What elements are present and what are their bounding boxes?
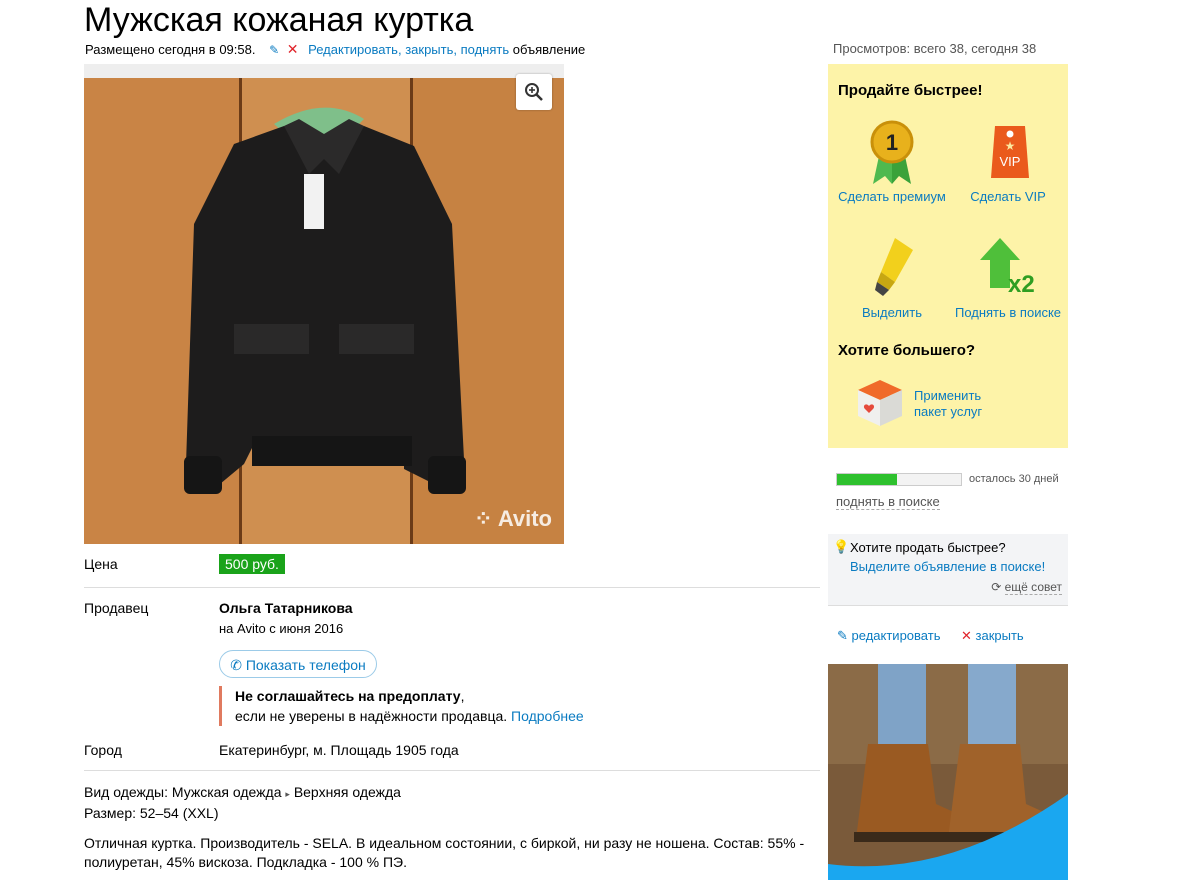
ad-banner[interactable] (828, 664, 1068, 880)
highlighter-icon (875, 238, 913, 296)
progress-fill (837, 474, 897, 485)
raise-service[interactable]: x2 Поднять в поиске (946, 236, 1070, 320)
show-phone-button[interactable]: ✆ Показать телефон (219, 650, 377, 678)
edit-button[interactable]: ✎ редактировать (837, 628, 940, 644)
more-info-link[interactable]: Подробнее (511, 708, 584, 724)
raise-in-search-link[interactable]: поднять в поиске (836, 494, 940, 510)
city-value: Екатеринбург, м. Площадь 1905 года (219, 742, 459, 758)
package-service[interactable] (854, 376, 906, 433)
seller-since: на Avito с июня 2016 (219, 621, 344, 636)
price-label: Цена (84, 556, 118, 572)
warning-text: если не уверены в надёжности продавца. (235, 708, 508, 724)
divider (84, 770, 820, 771)
close-icon: ✕ (961, 628, 972, 643)
premium-service[interactable]: 1 Сделать премиум (834, 116, 950, 204)
close-icon[interactable]: ✕ (287, 41, 299, 57)
more-tip-button[interactable]: ⟳ ещё совет (991, 580, 1062, 595)
seller-label: Продавец (84, 600, 149, 616)
vip-tag-icon: ★ VIP (991, 126, 1029, 178)
warning-title: Не соглашайтесь на предоплату (235, 688, 461, 704)
highlight-service[interactable]: Выделить (834, 236, 950, 320)
vip-service[interactable]: ★ VIP Сделать VIP (952, 116, 1064, 204)
avito-watermark: ⁘ Avito (474, 506, 552, 531)
listing-photo[interactable]: ⁘ Avito (84, 64, 564, 544)
svg-text:VIP: VIP (1000, 154, 1021, 169)
vip-label: Сделать VIP (970, 189, 1046, 204)
size: Размер: 52–54 (XXL) (84, 805, 219, 821)
want-more-heading: Хотите большего? (838, 342, 976, 359)
package-label[interactable]: Применить пакет услуг (914, 388, 982, 420)
svg-text:x2: x2 (1008, 271, 1035, 298)
description: Отличная куртка. Производитель - SELA. В… (84, 835, 805, 870)
svg-text:★: ★ (1005, 139, 1016, 153)
actions-suffix: объявление (512, 42, 586, 57)
avito-logo-icon: ⁘ (474, 506, 498, 531)
highlight-label: Выделить (862, 305, 922, 320)
pencil-icon: ✎ (837, 628, 848, 643)
tip-box: 💡 Хотите продать быстрее? Выделите объяв… (828, 534, 1068, 606)
prepayment-warning: Не соглашайтесь на предоплату, если не у… (219, 686, 584, 726)
chevron-right-icon: ▸ (285, 789, 290, 799)
views-count: Просмотров: всего 38, сегодня 38 (833, 41, 1037, 56)
divider (828, 605, 1068, 606)
close-link[interactable]: закрыть (405, 42, 453, 57)
category: Вид одежды: Мужская одежда ▸ Верхняя оде… (84, 783, 401, 823)
divider (84, 587, 820, 588)
boots-ad-image (828, 664, 1068, 880)
svg-text:1: 1 (886, 130, 898, 155)
zoom-button[interactable] (516, 74, 552, 110)
lightbulb-icon: 💡 (833, 539, 850, 554)
jacket-photo (84, 64, 564, 544)
raise-search-label: Поднять в поиске (954, 305, 1062, 320)
gift-box-icon (858, 380, 902, 426)
medal-icon: 1 (870, 120, 914, 184)
premium-label: Сделать премиум (838, 189, 946, 204)
raise-link[interactable]: поднять (461, 42, 510, 57)
listing-meta: Размещено сегодня в 09:58. ✎ ✕ Редактиро… (85, 41, 586, 57)
refresh-icon: ⟳ (991, 580, 1002, 594)
category-path: Вид одежды: Мужская одежда (84, 784, 282, 800)
phone-icon: ✆ (230, 657, 242, 673)
days-left: осталось 30 дней (969, 473, 1059, 485)
page-title: Мужская кожаная куртка (84, 1, 474, 39)
city-label: Город (84, 742, 122, 758)
days-progress (836, 473, 962, 486)
sell-faster-box: Продайте быстрее! 1 Сделать премиум ★ VI… (828, 64, 1068, 448)
posted-date: Размещено сегодня в 09:58. (85, 42, 256, 57)
sell-faster-heading: Продайте быстрее! (838, 82, 983, 99)
arrow-up-icon: x2 (980, 238, 1035, 298)
price-badge: 500 руб. (219, 554, 285, 574)
tip-link[interactable]: Выделите объявление в поиске! (850, 559, 1045, 574)
tip-question: Хотите продать быстрее? (850, 540, 1006, 555)
seller-name[interactable]: Ольга Татарникова (219, 600, 353, 616)
category-sub: Верхняя одежда (293, 784, 401, 800)
zoom-icon (525, 83, 543, 101)
pencil-icon[interactable]: ✎ (269, 43, 279, 57)
edit-link[interactable]: Редактировать (308, 42, 398, 57)
close-button[interactable]: ✕ закрыть (961, 628, 1024, 644)
